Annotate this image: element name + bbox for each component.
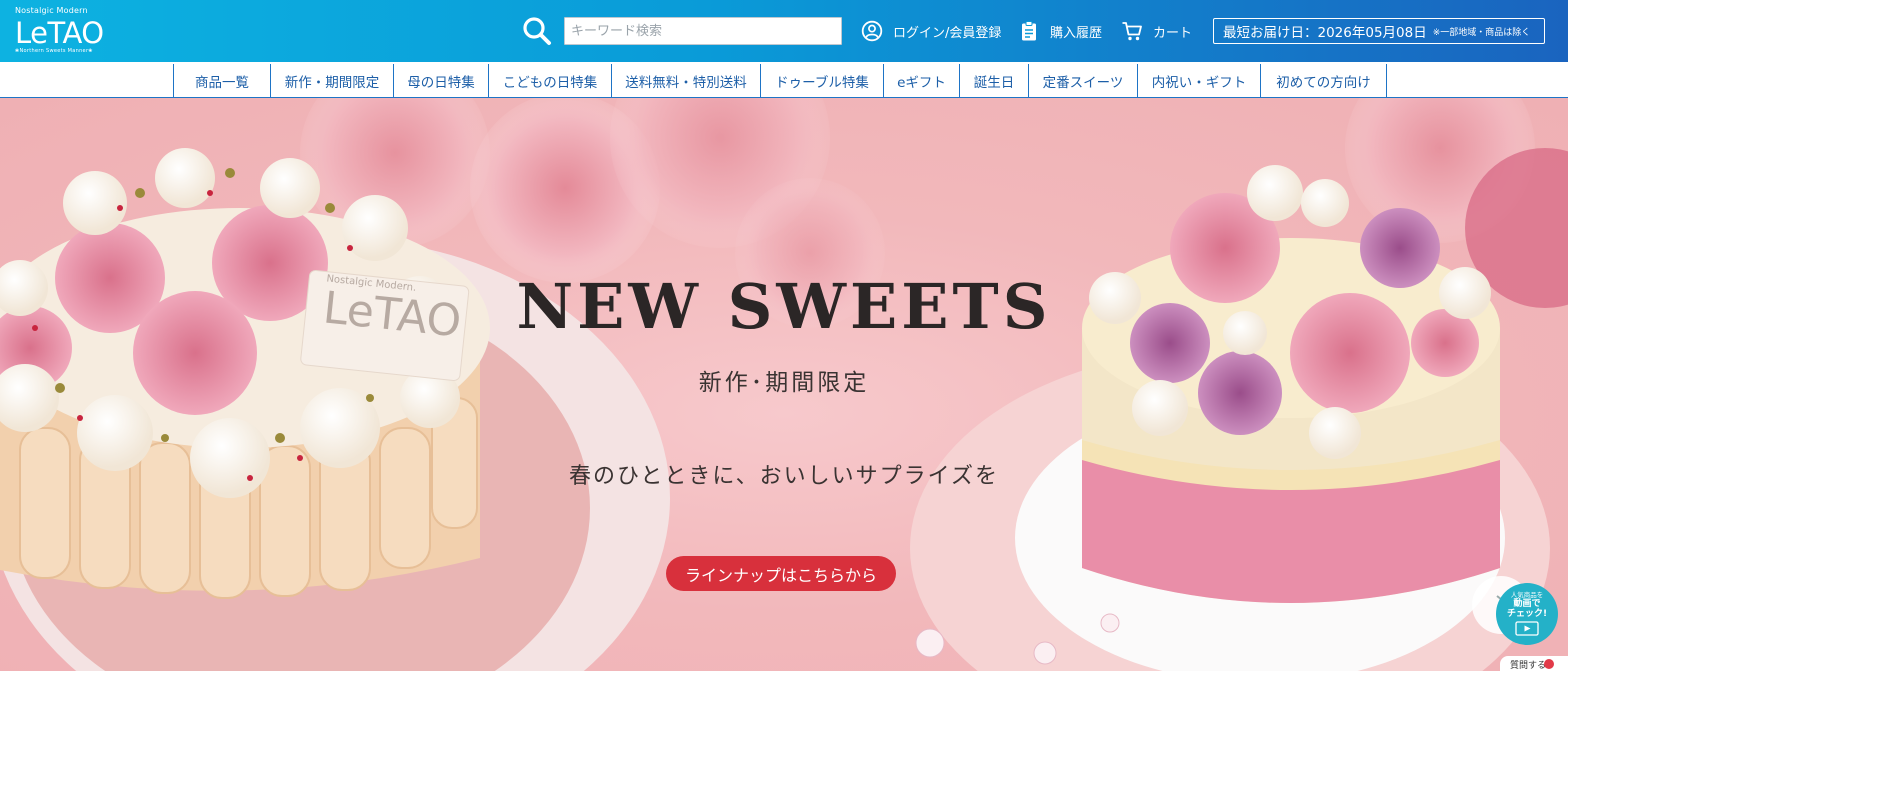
nav-item-first-time[interactable]: 初めての方向け <box>1260 64 1386 97</box>
category-nav: 商品一覧 新作・期間限定 母の日特集 こどもの日特集 送料無料・特別送料 ドゥー… <box>0 62 1568 99</box>
nav-label: 誕生日 <box>973 74 1015 91</box>
nav-label: 母の日特集 <box>407 74 475 91</box>
search-input[interactable] <box>564 17 842 45</box>
nav-label: 商品一覧 <box>195 74 249 91</box>
hero-title: NEW SWEETS <box>516 270 1052 343</box>
nav-item-gifts[interactable]: 内祝い・ギフト <box>1137 64 1260 97</box>
history-label: 購入履歴 <box>1050 25 1103 41</box>
question-label: 質問する <box>1510 661 1547 671</box>
nav-item-egift[interactable]: eギフト <box>883 64 959 97</box>
nav-item-childrens-day[interactable]: こどもの日特集 <box>488 64 611 97</box>
hero-tagline: 春のひとときに、おいしいサプライズを <box>568 464 1000 489</box>
nav-item-double[interactable]: ドゥーブル特集 <box>760 64 883 97</box>
letao-logo[interactable]: Nostalgic Modern LeTAO ❀Northern Sweets … <box>15 6 105 56</box>
login-label: ログイン/会員登録 <box>893 25 1002 41</box>
clipboard-icon <box>1018 20 1040 42</box>
login-link[interactable]: ログイン/会員登録 <box>861 18 1001 44</box>
cart-link[interactable]: カート <box>1121 18 1192 44</box>
nav-item-products[interactable]: 商品一覧 <box>173 64 270 97</box>
cart-icon <box>1121 20 1143 42</box>
hero-banner[interactable]: Nostalgic Modern. LeTAO NEW SWEETS 新作･期間… <box>0 98 1568 671</box>
nav-item-birthday[interactable]: 誕生日 <box>959 64 1028 97</box>
earliest-delivery-box: 最短お届け日：2026年05月08日 ※一部地域・商品は除く <box>1213 18 1545 44</box>
nav-item-new-limited[interactable]: 新作・期間限定 <box>270 64 393 97</box>
lineup-button[interactable]: ラインナップはこちらから <box>666 556 896 591</box>
nav-label: 内祝い・ギフト <box>1151 74 1247 91</box>
film-icon <box>1515 621 1539 636</box>
nav-label: 初めての方向け <box>1276 74 1371 91</box>
logo-tagline-bottom: ❀Northern Sweets Manner❀ <box>15 48 93 54</box>
nav-item-mothers-day[interactable]: 母の日特集 <box>393 64 488 97</box>
video-check-widget[interactable]: 人気商品を 動画で チェック! <box>1472 576 1564 646</box>
nav-list: 商品一覧 新作・期間限定 母の日特集 こどもの日特集 送料無料・特別送料 ドゥー… <box>173 64 1387 97</box>
logo-tagline-top: Nostalgic Modern <box>15 6 88 15</box>
user-circle-icon <box>861 20 883 42</box>
video-widget-line3: チェック! <box>1506 609 1548 619</box>
nav-label: 新作・期間限定 <box>284 74 380 91</box>
site-header: Nostalgic Modern LeTAO ❀Northern Sweets … <box>0 0 1568 62</box>
cart-label: カート <box>1153 25 1193 41</box>
video-widget-line1: 人気商品を <box>1510 591 1544 599</box>
ask-question-button[interactable]: 質問する <box>1500 656 1568 671</box>
purchase-history-link[interactable]: 購入履歴 <box>1018 18 1102 44</box>
logo-wordmark: LeTAO <box>15 16 104 50</box>
nav-label: eギフト <box>897 74 946 91</box>
nav-item-free-shipping[interactable]: 送料無料・特別送料 <box>611 64 760 97</box>
question-dot-icon <box>1544 659 1554 669</box>
search-button[interactable] <box>520 14 554 48</box>
nav-label: こどもの日特集 <box>502 74 598 91</box>
nav-item-standard-sweets[interactable]: 定番スイーツ <box>1028 64 1137 97</box>
nav-label: 定番スイーツ <box>1042 74 1124 91</box>
video-widget-line2: 動画で <box>1513 599 1541 609</box>
nav-label: 送料無料・特別送料 <box>625 74 747 91</box>
hero-subtitle: 新作･期間限定 <box>698 370 870 396</box>
nav-label: ドゥーブル特集 <box>775 74 869 91</box>
magnifier-icon <box>523 17 551 45</box>
delivery-note: ※一部地域・商品は除く <box>1432 27 1531 38</box>
earliest-delivery-date: 最短お届け日：2026年05月08日 <box>1223 25 1427 41</box>
video-widget-badge: 人気商品を 動画で チェック! <box>1496 583 1558 645</box>
